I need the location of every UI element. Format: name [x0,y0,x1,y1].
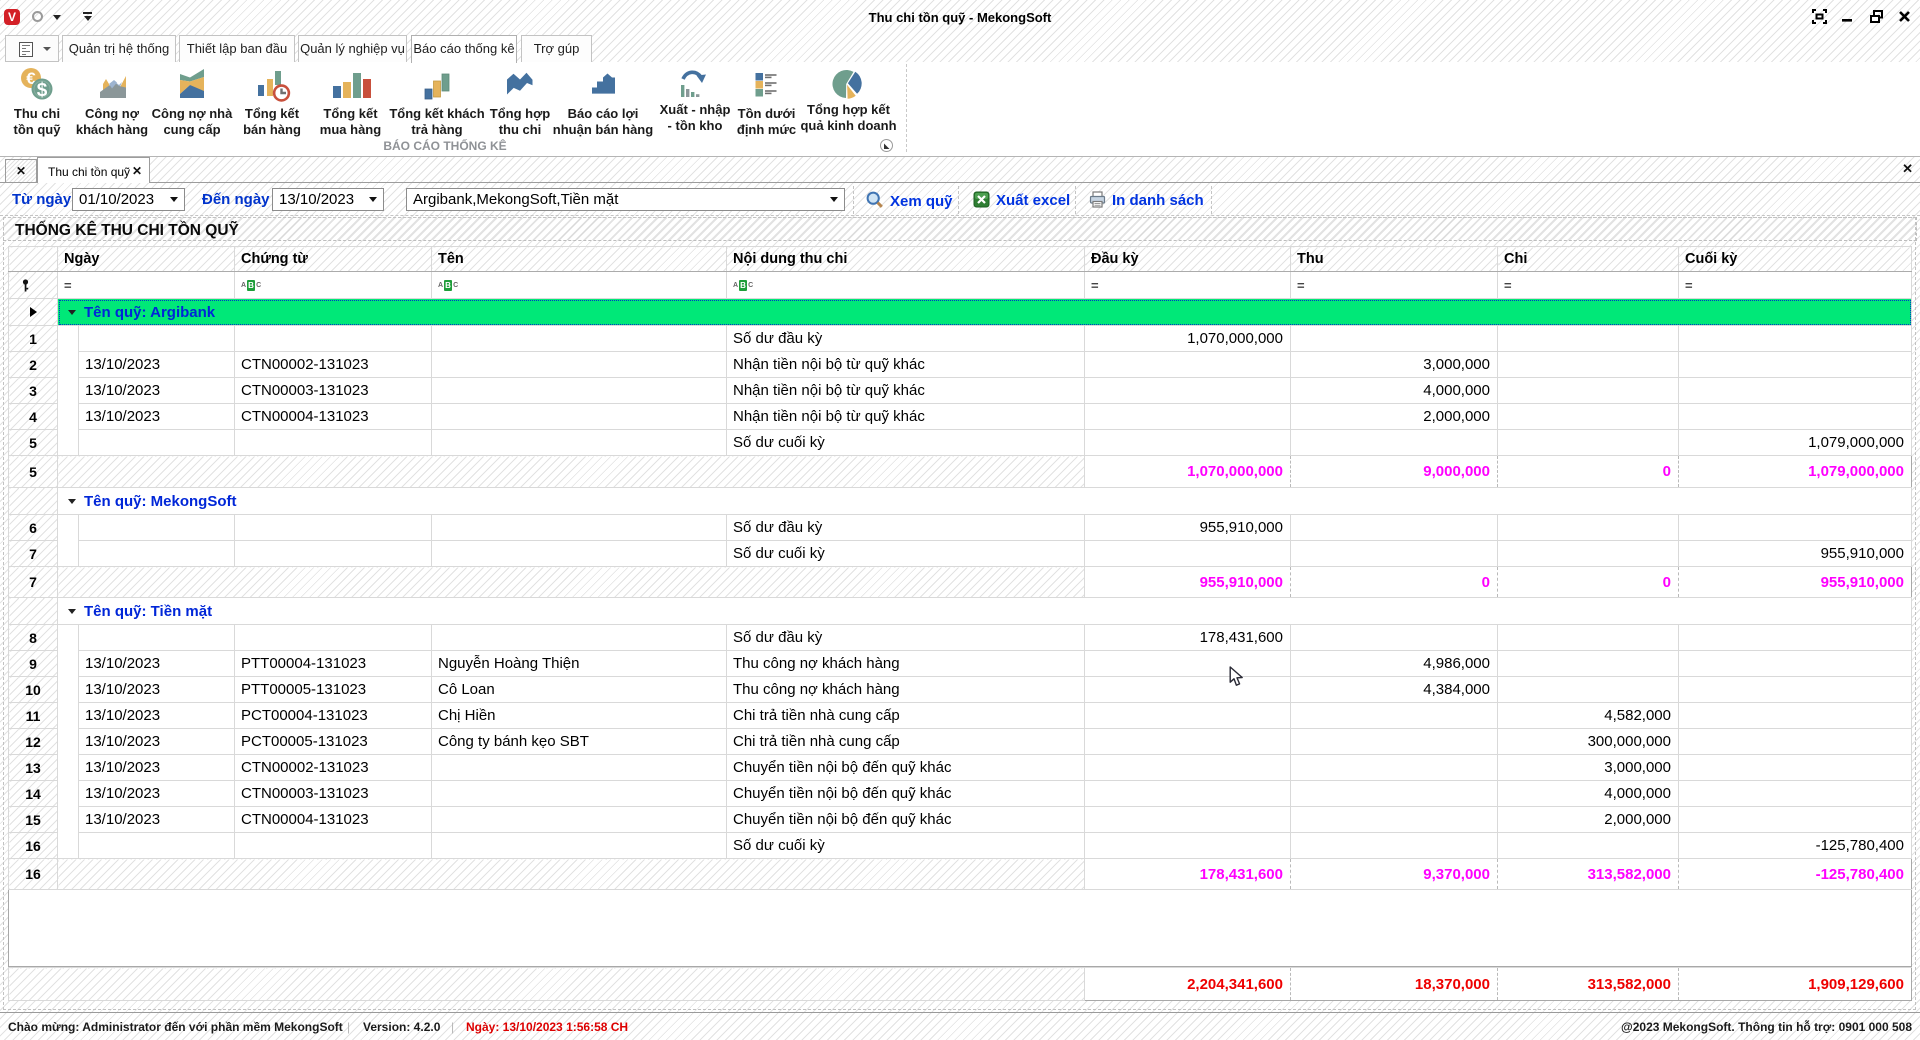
svg-text:$: $ [37,80,48,101]
